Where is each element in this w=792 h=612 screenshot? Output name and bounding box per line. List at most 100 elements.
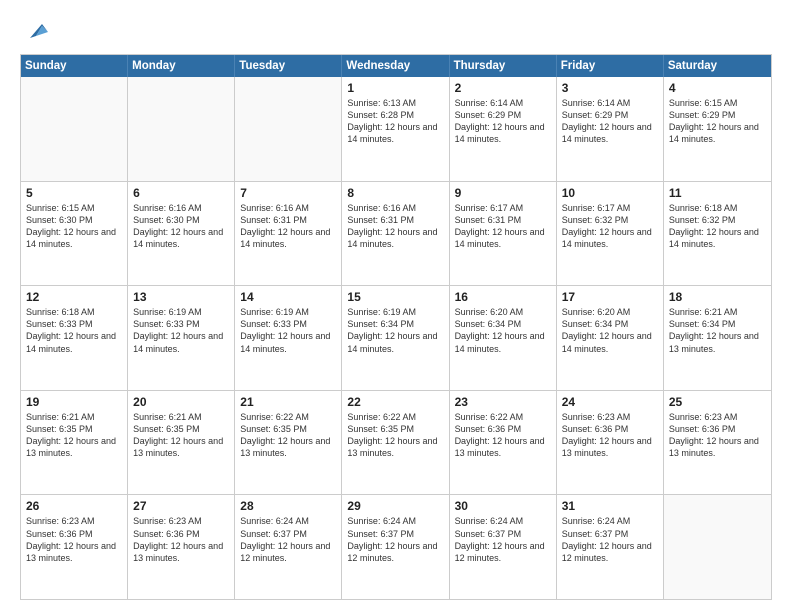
cell-info: Sunrise: 6:15 AM Sunset: 6:30 PM Dayligh… — [26, 202, 122, 251]
weekday-header: Tuesday — [235, 55, 342, 77]
cell-info: Sunrise: 6:19 AM Sunset: 6:34 PM Dayligh… — [347, 306, 443, 355]
cell-info: Sunrise: 6:17 AM Sunset: 6:31 PM Dayligh… — [455, 202, 551, 251]
cell-info: Sunrise: 6:19 AM Sunset: 6:33 PM Dayligh… — [133, 306, 229, 355]
cell-info: Sunrise: 6:19 AM Sunset: 6:33 PM Dayligh… — [240, 306, 336, 355]
day-1: 1Sunrise: 6:13 AM Sunset: 6:28 PM Daylig… — [342, 77, 449, 181]
day-number: 29 — [347, 499, 443, 513]
day-7: 7 Sunrise: 6:16 AM Sunset: 6:31 PM Daylig… — [235, 182, 342, 286]
day-number: 9 — [455, 186, 551, 200]
day-number: 28 — [240, 499, 336, 513]
day-10: 10 Sunrise: 6:17 AM Sunset: 6:32 PM Dayli… — [557, 182, 664, 286]
day-number: 26 — [26, 499, 122, 513]
calendar-row: 26 Sunrise: 6:23 AM Sunset: 6:36 PM Dayli… — [21, 494, 771, 599]
cell-info: Sunrise: 6:16 AM Sunset: 6:31 PM Dayligh… — [240, 202, 336, 251]
cell-info: Sunrise: 6:24 AM Sunset: 6:37 PM Dayligh… — [240, 515, 336, 564]
day-12: 12 Sunrise: 6:18 AM Sunset: 6:33 PM Dayli… — [21, 286, 128, 390]
day-number: 17 — [562, 290, 658, 304]
calendar-row: 12 Sunrise: 6:18 AM Sunset: 6:33 PM Dayli… — [21, 285, 771, 390]
weekday-header: Wednesday — [342, 55, 449, 77]
day-number: 27 — [133, 499, 229, 513]
day-number: 4 — [669, 81, 766, 95]
cell-info: Sunrise: 6:18 AM Sunset: 6:32 PM Dayligh… — [669, 202, 766, 251]
cell-info: Sunrise: 6:21 AM Sunset: 6:35 PM Dayligh… — [133, 411, 229, 460]
empty-cell — [128, 77, 235, 181]
day-4: 4 Sunrise: 6:15 AM Sunset: 6:29 PM Daylig… — [664, 77, 771, 181]
cell-info: Sunrise: 6:23 AM Sunset: 6:36 PM Dayligh… — [562, 411, 658, 460]
day-number: 31 — [562, 499, 658, 513]
empty-cell — [235, 77, 342, 181]
calendar-body: 1Sunrise: 6:13 AM Sunset: 6:28 PM Daylig… — [21, 77, 771, 599]
day-3: 3 Sunrise: 6:14 AM Sunset: 6:29 PM Daylig… — [557, 77, 664, 181]
day-15: 15 Sunrise: 6:19 AM Sunset: 6:34 PM Dayli… — [342, 286, 449, 390]
day-24: 24Sunrise: 6:23 AM Sunset: 6:36 PM Dayli… — [557, 391, 664, 495]
day-number: 23 — [455, 395, 551, 409]
day-6: 6 Sunrise: 6:16 AM Sunset: 6:30 PM Daylig… — [128, 182, 235, 286]
calendar-row: 19 Sunrise: 6:21 AM Sunset: 6:35 PM Dayli… — [21, 390, 771, 495]
day-number: 7 — [240, 186, 336, 200]
calendar: SundayMondayTuesdayWednesdayThursdayFrid… — [20, 54, 772, 600]
day-23: 23 Sunrise: 6:22 AM Sunset: 6:36 PM Dayli… — [450, 391, 557, 495]
day-number: 5 — [26, 186, 122, 200]
cell-info: Sunrise: 6:21 AM Sunset: 6:35 PM Dayligh… — [26, 411, 122, 460]
day-number: 2 — [455, 81, 551, 95]
cell-info: Sunrise: 6:14 AM Sunset: 6:29 PM Dayligh… — [562, 97, 658, 146]
day-number: 3 — [562, 81, 658, 95]
cell-info: Sunrise: 6:16 AM Sunset: 6:30 PM Dayligh… — [133, 202, 229, 251]
day-number: 6 — [133, 186, 229, 200]
cell-info: Sunrise: 6:21 AM Sunset: 6:34 PM Dayligh… — [669, 306, 766, 355]
weekday-header: Friday — [557, 55, 664, 77]
cell-info: Sunrise: 6:24 AM Sunset: 6:37 PM Dayligh… — [347, 515, 443, 564]
day-number: 25 — [669, 395, 766, 409]
day-18: 18 Sunrise: 6:21 AM Sunset: 6:34 PM Dayli… — [664, 286, 771, 390]
day-21: 21 Sunrise: 6:22 AM Sunset: 6:35 PM Dayli… — [235, 391, 342, 495]
empty-cell — [21, 77, 128, 181]
weekday-header: Monday — [128, 55, 235, 77]
cell-info: Sunrise: 6:15 AM Sunset: 6:29 PM Dayligh… — [669, 97, 766, 146]
day-17: 17Sunrise: 6:20 AM Sunset: 6:34 PM Dayli… — [557, 286, 664, 390]
day-number: 15 — [347, 290, 443, 304]
logo — [20, 16, 50, 44]
day-29: 29 Sunrise: 6:24 AM Sunset: 6:37 PM Dayli… — [342, 495, 449, 599]
day-number: 19 — [26, 395, 122, 409]
day-14: 14 Sunrise: 6:19 AM Sunset: 6:33 PM Dayli… — [235, 286, 342, 390]
weekday-header: Saturday — [664, 55, 771, 77]
cell-info: Sunrise: 6:16 AM Sunset: 6:31 PM Dayligh… — [347, 202, 443, 251]
calendar-header: SundayMondayTuesdayWednesdayThursdayFrid… — [21, 55, 771, 77]
cell-info: Sunrise: 6:23 AM Sunset: 6:36 PM Dayligh… — [133, 515, 229, 564]
day-25: 25Sunrise: 6:23 AM Sunset: 6:36 PM Dayli… — [664, 391, 771, 495]
cell-info: Sunrise: 6:24 AM Sunset: 6:37 PM Dayligh… — [562, 515, 658, 564]
cell-info: Sunrise: 6:17 AM Sunset: 6:32 PM Dayligh… — [562, 202, 658, 251]
day-13: 13 Sunrise: 6:19 AM Sunset: 6:33 PM Dayli… — [128, 286, 235, 390]
logo-icon — [22, 16, 50, 44]
weekday-header: Sunday — [21, 55, 128, 77]
day-number: 20 — [133, 395, 229, 409]
day-number: 14 — [240, 290, 336, 304]
day-number: 11 — [669, 186, 766, 200]
header — [20, 16, 772, 44]
day-number: 21 — [240, 395, 336, 409]
day-20: 20 Sunrise: 6:21 AM Sunset: 6:35 PM Dayli… — [128, 391, 235, 495]
day-31: 31 Sunrise: 6:24 AM Sunset: 6:37 PM Dayli… — [557, 495, 664, 599]
day-30: 30Sunrise: 6:24 AM Sunset: 6:37 PM Dayli… — [450, 495, 557, 599]
day-26: 26Sunrise: 6:23 AM Sunset: 6:36 PM Dayli… — [21, 495, 128, 599]
day-number: 13 — [133, 290, 229, 304]
day-number: 8 — [347, 186, 443, 200]
day-28: 28 Sunrise: 6:24 AM Sunset: 6:37 PM Dayli… — [235, 495, 342, 599]
day-number: 10 — [562, 186, 658, 200]
cell-info: Sunrise: 6:13 AM Sunset: 6:28 PM Dayligh… — [347, 97, 443, 146]
cell-info: Sunrise: 6:20 AM Sunset: 6:34 PM Dayligh… — [455, 306, 551, 355]
day-number: 18 — [669, 290, 766, 304]
calendar-row: 1Sunrise: 6:13 AM Sunset: 6:28 PM Daylig… — [21, 77, 771, 181]
day-8: 8 Sunrise: 6:16 AM Sunset: 6:31 PM Daylig… — [342, 182, 449, 286]
day-number: 12 — [26, 290, 122, 304]
day-9: 9 Sunrise: 6:17 AM Sunset: 6:31 PM Daylig… — [450, 182, 557, 286]
day-5: 5 Sunrise: 6:15 AM Sunset: 6:30 PM Daylig… — [21, 182, 128, 286]
cell-info: Sunrise: 6:22 AM Sunset: 6:35 PM Dayligh… — [240, 411, 336, 460]
empty-cell — [664, 495, 771, 599]
day-number: 30 — [455, 499, 551, 513]
cell-info: Sunrise: 6:22 AM Sunset: 6:35 PM Dayligh… — [347, 411, 443, 460]
cell-info: Sunrise: 6:18 AM Sunset: 6:33 PM Dayligh… — [26, 306, 122, 355]
calendar-row: 5 Sunrise: 6:15 AM Sunset: 6:30 PM Daylig… — [21, 181, 771, 286]
day-22: 22Sunrise: 6:22 AM Sunset: 6:35 PM Dayli… — [342, 391, 449, 495]
cell-info: Sunrise: 6:22 AM Sunset: 6:36 PM Dayligh… — [455, 411, 551, 460]
